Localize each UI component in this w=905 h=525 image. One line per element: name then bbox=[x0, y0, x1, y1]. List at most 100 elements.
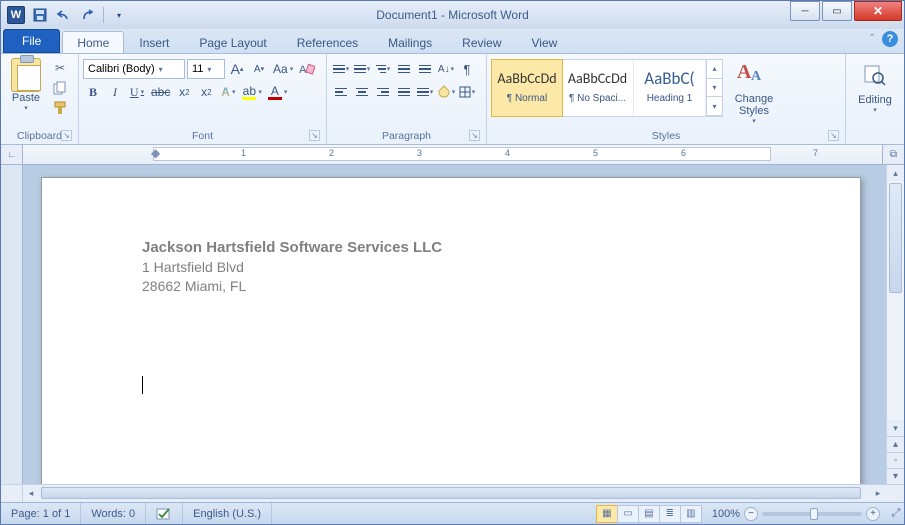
next-page-icon[interactable]: ▾ bbox=[887, 468, 904, 484]
tab-mailings[interactable]: Mailings bbox=[373, 31, 447, 53]
multilevel-list-button[interactable] bbox=[373, 59, 393, 79]
underline-button[interactable]: U bbox=[127, 82, 147, 102]
document-scroll-area: Jackson Hartsfield Software Services LLC… bbox=[1, 165, 904, 484]
status-words[interactable]: Words: 0 bbox=[81, 503, 146, 524]
save-icon[interactable] bbox=[31, 6, 49, 24]
view-draft-icon[interactable]: ▥ bbox=[680, 505, 702, 523]
status-proofing-icon[interactable] bbox=[146, 503, 183, 524]
strikethrough-button[interactable]: abc bbox=[149, 82, 172, 102]
redo-icon[interactable] bbox=[79, 6, 97, 24]
align-left-button[interactable] bbox=[331, 82, 351, 102]
style-normal[interactable]: AaBbCcDd ¶ Normal bbox=[491, 59, 563, 117]
tab-selector[interactable]: ∟ bbox=[1, 145, 23, 164]
scroll-right-icon[interactable]: ▸ bbox=[870, 485, 886, 502]
clear-formatting-button[interactable]: A bbox=[297, 59, 317, 79]
tab-view[interactable]: View bbox=[517, 31, 573, 53]
font-name-combo[interactable]: Calibri (Body)▾ bbox=[83, 59, 185, 79]
vscroll-track[interactable] bbox=[887, 181, 904, 420]
cut-icon[interactable]: ✂ bbox=[51, 60, 69, 76]
view-print-layout-icon[interactable]: ▦ bbox=[596, 505, 618, 523]
sort-button[interactable]: A↓ bbox=[436, 59, 456, 79]
align-right-button[interactable] bbox=[373, 82, 393, 102]
change-styles-button[interactable]: A A Change Styles ▾ bbox=[727, 59, 781, 125]
paste-button[interactable]: Paste ▾ bbox=[5, 56, 47, 112]
tab-references[interactable]: References bbox=[282, 31, 373, 53]
vscroll-thumb[interactable] bbox=[889, 183, 902, 293]
minimize-button[interactable]: ─ bbox=[790, 1, 820, 21]
shading-button[interactable] bbox=[436, 82, 456, 102]
shrink-font-button[interactable]: A▾ bbox=[249, 59, 269, 79]
ribbon-tabs: File Home Insert Page Layout References … bbox=[1, 29, 904, 53]
vertical-ruler[interactable] bbox=[1, 165, 23, 484]
tab-review[interactable]: Review bbox=[447, 31, 516, 53]
ruler-toggle-icon[interactable]: ⧉ bbox=[882, 145, 904, 164]
borders-button[interactable] bbox=[457, 82, 477, 102]
line-spacing-button[interactable] bbox=[415, 82, 435, 102]
editing-button[interactable]: Editing ▾ bbox=[850, 56, 900, 114]
scroll-up-icon[interactable]: ▴ bbox=[887, 165, 904, 181]
style-scroll-down-icon[interactable]: ▾ bbox=[707, 79, 722, 98]
subscript-button[interactable]: x2 bbox=[174, 82, 194, 102]
style-scroll-up-icon[interactable]: ▴ bbox=[707, 60, 722, 79]
italic-button[interactable]: I bbox=[105, 82, 125, 102]
copy-icon[interactable] bbox=[51, 80, 69, 96]
maximize-button[interactable]: ▭ bbox=[822, 1, 852, 21]
zoom-out-button[interactable]: − bbox=[744, 507, 758, 521]
file-tab[interactable]: File bbox=[3, 29, 60, 53]
highlight-button[interactable]: ab bbox=[240, 82, 264, 102]
numbering-button[interactable] bbox=[352, 59, 372, 79]
clipboard-launcher-icon[interactable]: ↘ bbox=[61, 130, 72, 141]
horizontal-ruler[interactable]: ◆ 1 2 3 4 5 6 7 bbox=[23, 145, 882, 164]
bullets-button[interactable] bbox=[331, 59, 351, 79]
hscroll-thumb[interactable] bbox=[41, 487, 861, 499]
editing-label: Editing bbox=[850, 94, 900, 106]
justify-button[interactable] bbox=[394, 82, 414, 102]
view-full-screen-icon[interactable]: ▭ bbox=[617, 505, 639, 523]
zoom-level[interactable]: 100% bbox=[712, 508, 740, 520]
align-center-button[interactable] bbox=[352, 82, 372, 102]
document-page[interactable]: Jackson Hartsfield Software Services LLC… bbox=[41, 177, 861, 484]
prev-page-icon[interactable]: ▴ bbox=[887, 436, 904, 452]
decrease-indent-button[interactable] bbox=[394, 59, 414, 79]
browse-object-icon[interactable]: ◦ bbox=[887, 452, 904, 468]
grow-font-button[interactable]: A▴ bbox=[227, 59, 247, 79]
paragraph-launcher-icon[interactable]: ↘ bbox=[469, 130, 480, 141]
ruler-tick: 5 bbox=[593, 148, 598, 158]
zoom-fit-icon[interactable]: ⤢ bbox=[888, 507, 904, 520]
style-no-spacing[interactable]: AaBbCcDd ¶ No Spaci... bbox=[562, 60, 634, 116]
help-icon[interactable]: ? bbox=[882, 31, 898, 47]
font-size-combo[interactable]: 11▾ bbox=[187, 59, 225, 79]
text-effects-button[interactable]: A bbox=[218, 82, 238, 102]
zoom-slider[interactable] bbox=[762, 512, 862, 516]
view-web-layout-icon[interactable]: ▤ bbox=[638, 505, 660, 523]
zoom-slider-knob[interactable] bbox=[810, 508, 818, 520]
styles-launcher-icon[interactable]: ↘ bbox=[828, 130, 839, 141]
change-case-button[interactable]: Aa bbox=[271, 59, 295, 79]
group-clipboard: Paste ▾ ✂ Clipboard↘ bbox=[1, 54, 79, 144]
style-expand-icon[interactable]: ▾ bbox=[707, 97, 722, 116]
tab-page-layout[interactable]: Page Layout bbox=[184, 31, 281, 53]
undo-icon[interactable] bbox=[55, 6, 73, 24]
scroll-down-icon[interactable]: ▾ bbox=[887, 420, 904, 436]
zoom-in-button[interactable]: + bbox=[866, 507, 880, 521]
indent-marker-icon[interactable]: ◆ bbox=[151, 146, 160, 160]
page-viewport[interactable]: Jackson Hartsfield Software Services LLC… bbox=[23, 165, 886, 484]
font-color-button[interactable]: A bbox=[266, 82, 290, 102]
increase-indent-button[interactable] bbox=[415, 59, 435, 79]
superscript-button[interactable]: x2 bbox=[196, 82, 216, 102]
style-heading1[interactable]: AaBbC( Heading 1 bbox=[634, 60, 706, 116]
tab-insert[interactable]: Insert bbox=[124, 31, 184, 53]
bold-button[interactable]: B bbox=[83, 82, 103, 102]
scroll-left-icon[interactable]: ◂ bbox=[23, 485, 39, 502]
hscroll-track[interactable] bbox=[39, 485, 870, 502]
format-painter-icon[interactable] bbox=[51, 100, 69, 116]
ribbon-collapse-icon[interactable]: ˆ bbox=[870, 33, 874, 45]
close-button[interactable]: ✕ bbox=[854, 1, 902, 21]
tab-home[interactable]: Home bbox=[62, 31, 124, 53]
show-marks-button[interactable]: ¶ bbox=[457, 59, 477, 79]
view-outline-icon[interactable]: ≣ bbox=[659, 505, 681, 523]
status-language[interactable]: English (U.S.) bbox=[183, 503, 272, 524]
qat-customize-icon[interactable]: ▾ bbox=[110, 6, 128, 24]
font-launcher-icon[interactable]: ↘ bbox=[309, 130, 320, 141]
status-page[interactable]: Page: 1 of 1 bbox=[1, 503, 81, 524]
